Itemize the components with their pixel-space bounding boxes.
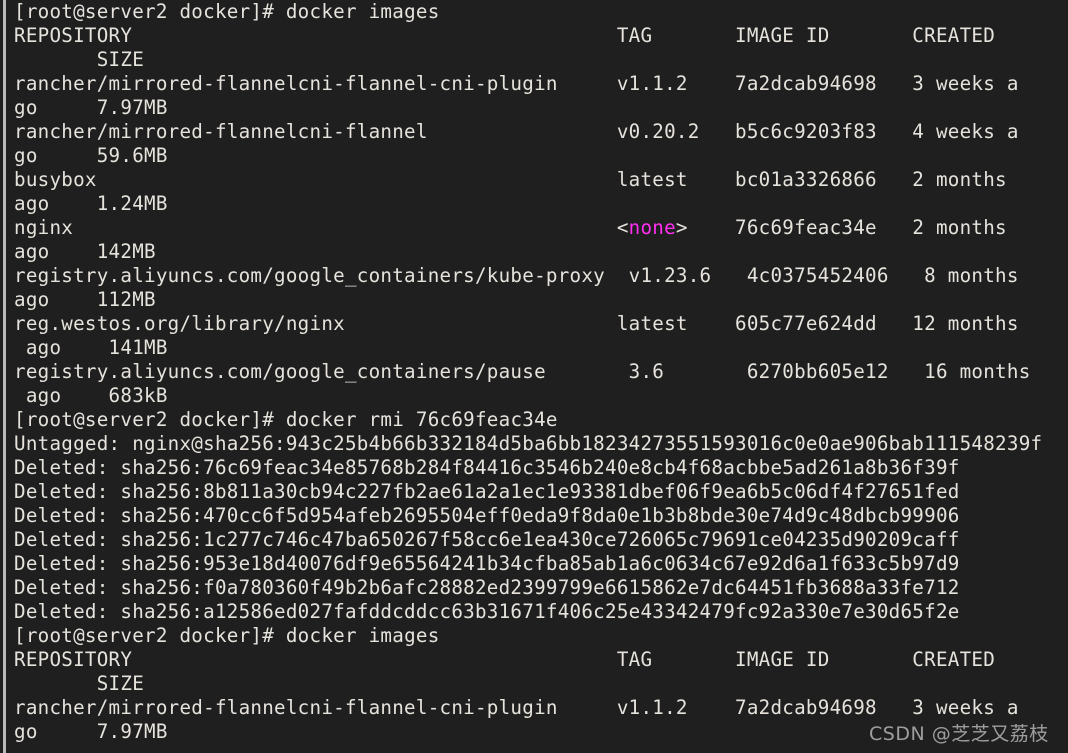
shell-command: docker images [274,0,440,23]
terminal-screen[interactable]: [root@server2 docker]# docker images REPO… [14,0,1068,753]
shell-command: docker images [274,624,440,647]
vertical-scrollbar[interactable] [3,0,6,753]
terminal-output-line: reg.westos.org/library/nginx latest 605c… [14,312,1068,336]
shell-prompt: [root@server2 docker]# [14,408,275,431]
output-text: go 7.97MB [14,96,168,119]
terminal-output-line: busybox latest bc01a3326866 2 months [14,168,1068,192]
output-text: Untagged: nginx@sha256:943c25b4b66b33218… [14,432,1043,455]
terminal-output-line: go 7.97MB [14,720,1068,744]
terminal-output-line: Deleted: sha256:76c69feac34e85768b284f84… [14,456,1068,480]
terminal-output-line: ago 683kB [14,384,1068,408]
output-text: Deleted: sha256:f0a780360f49b2b6afc28882… [14,576,960,599]
terminal-command-line: [root@server2 docker]# docker rmi 76c69f… [14,408,1068,432]
terminal-output-line: nginx <none> 76c69feac34e 2 months [14,216,1068,240]
terminal-output-line: ago 112MB [14,288,1068,312]
terminal-output-line: REPOSITORY TAG IMAGE ID CREATED [14,24,1068,48]
shell-prompt: [root@server2 docker]# [14,624,275,647]
output-text: go 7.97MB [14,720,168,743]
output-text: Deleted: sha256:8b811a30cb94c227fb2ae61a… [14,480,960,503]
terminal-output-line: ago 142MB [14,240,1068,264]
output-text: Deleted: sha256:953e18d40076df9e65564241… [14,552,960,575]
terminal-output-line: Untagged: nginx@sha256:943c25b4b66b33218… [14,432,1068,456]
output-text: registry.aliyuncs.com/google_containers/… [14,264,1031,287]
output-text: busybox latest bc01a3326866 2 months [14,168,1019,191]
terminal-command-line: [root@server2 docker]# docker images [14,624,1068,648]
output-text: ago 1.24MB [14,192,168,215]
output-text: Deleted: sha256:a12586ed027fafddcddcc63b… [14,600,960,623]
terminal-output-line: rancher/mirrored-flannelcni-flannel-cni-… [14,696,1068,720]
output-text-after-tag: > 76c69feac34e 2 months [675,216,1019,239]
terminal-output-line: Deleted: sha256:f0a780360f49b2b6afc28882… [14,576,1068,600]
terminal-output-line: ago 1.24MB [14,192,1068,216]
output-text-before-tag: nginx < [14,216,629,239]
terminal-output-line: Deleted: sha256:1c277c746c47ba650267f58c… [14,528,1068,552]
output-text: Deleted: sha256:470cc6f5d954afeb2695504e… [14,504,960,527]
terminal-output-line: Deleted: sha256:470cc6f5d954afeb2695504e… [14,504,1068,528]
terminal-output-line: Deleted: sha256:a12586ed027fafddcddcc63b… [14,600,1068,624]
terminal-output-line: rancher/mirrored-flannelcni-flannel-cni-… [14,72,1068,96]
output-text: registry.aliyuncs.com/google_containers/… [14,360,1031,383]
terminal-output-line: go 7.97MB [14,96,1068,120]
output-text: reg.westos.org/library/nginx latest 605c… [14,312,1019,335]
terminal-output-line: registry.aliyuncs.com/google_containers/… [14,360,1068,384]
shell-prompt: [root@server2 docker]# [14,0,275,23]
output-text: REPOSITORY TAG IMAGE ID CREATED [14,648,996,671]
terminal-output-line: ago 141MB [14,336,1068,360]
terminal-output-line: SIZE [14,48,1068,72]
terminal-command-line: [root@server2 docker]# docker images [14,0,1068,24]
terminal-output-line: rancher/mirrored-flannelcni-flannel v0.2… [14,120,1068,144]
output-text: rancher/mirrored-flannelcni-flannel v0.2… [14,120,1019,143]
output-text: rancher/mirrored-flannelcni-flannel-cni-… [14,696,1019,719]
output-text: rancher/mirrored-flannelcni-flannel-cni-… [14,72,1019,95]
output-text: ago 112MB [14,288,156,311]
terminal-output-line: Deleted: sha256:8b811a30cb94c227fb2ae61a… [14,480,1068,504]
terminal-output-line: go 59.6MB [14,144,1068,168]
output-text: SIZE [14,48,145,71]
output-text: Deleted: sha256:1c277c746c47ba650267f58c… [14,528,960,551]
output-text: ago 683kB [14,384,168,407]
output-text: SIZE [14,672,145,695]
terminal-output-line: registry.aliyuncs.com/google_containers/… [14,264,1068,288]
output-text: go 59.6MB [14,144,168,167]
none-tag-highlight: none [628,216,676,239]
output-text: ago 142MB [14,240,156,263]
shell-command: docker rmi 76c69feac34e [274,408,558,431]
terminal-window[interactable]: [root@server2 docker]# docker images REPO… [0,0,1068,753]
terminal-output-line: SIZE [14,672,1068,696]
terminal-output-line: Deleted: sha256:953e18d40076df9e65564241… [14,552,1068,576]
terminal-output-line: REPOSITORY TAG IMAGE ID CREATED [14,648,1068,672]
output-text: Deleted: sha256:76c69feac34e85768b284f84… [14,456,960,479]
output-text: ago 141MB [14,336,168,359]
output-text: REPOSITORY TAG IMAGE ID CREATED [14,24,996,47]
